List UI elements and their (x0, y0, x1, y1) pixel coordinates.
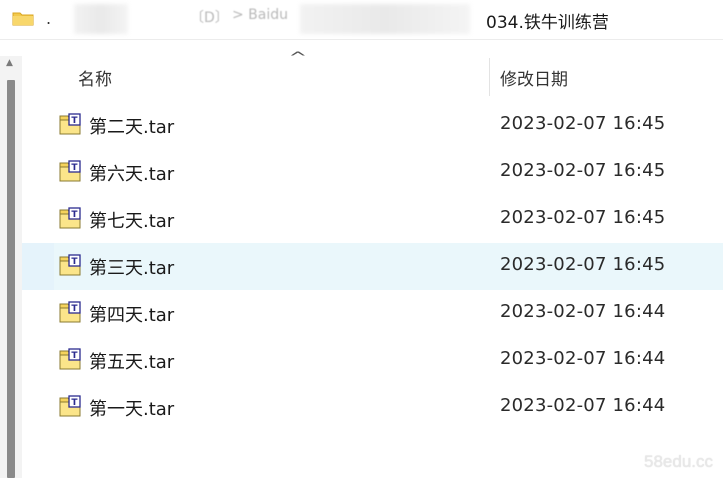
file-date-modified: 2023-02-07 16:45 (500, 207, 666, 228)
tar-archive-icon: T (59, 113, 81, 135)
breadcrumb-redacted (300, 4, 470, 34)
svg-text:T: T (71, 304, 78, 314)
svg-text:T: T (71, 351, 78, 361)
file-row[interactable]: T 第一天.tar 2023-02-07 16:44 (22, 384, 723, 431)
tar-archive-icon: T (59, 348, 81, 370)
breadcrumb-segment[interactable]: 〔D〕 (190, 7, 229, 27)
tar-archive-icon: T (59, 395, 81, 417)
column-divider[interactable] (489, 58, 490, 96)
column-header-date-modified[interactable]: 修改日期 (500, 65, 568, 90)
breadcrumb-root[interactable]: . (46, 9, 51, 28)
scrollbar-thumb[interactable] (7, 80, 15, 478)
breadcrumb-redacted (74, 4, 128, 34)
file-date-modified: 2023-02-07 16:45 (500, 160, 666, 181)
watermark: 58edu.cc (644, 452, 713, 471)
file-explorer-window: . 〔D〕 > Baidu 034.铁牛训练营 ▲ ^ 名称 修改日期 T 第二… (0, 0, 723, 478)
folder-icon (12, 12, 34, 26)
file-name: 第三天.tar (89, 258, 175, 279)
svg-text:T: T (71, 116, 78, 126)
file-list: T 第二天.tar 2023-02-07 16:45 T 第六天.tar 202… (22, 102, 723, 431)
svg-text:T: T (71, 398, 78, 408)
svg-text:T: T (71, 163, 78, 173)
file-row[interactable]: T 第四天.tar 2023-02-07 16:44 (22, 290, 723, 337)
breadcrumb-current-folder[interactable]: 034.铁牛训练营 (486, 8, 609, 33)
tar-archive-icon: T (59, 160, 81, 182)
tar-archive-icon: T (59, 301, 81, 323)
file-row[interactable]: T 第三天.tar 2023-02-07 16:45 (22, 243, 723, 290)
file-name: 第一天.tar (89, 399, 175, 420)
file-date-modified: 2023-02-07 16:45 (500, 113, 666, 134)
scroll-up-arrow-icon[interactable]: ▲ (6, 58, 13, 68)
file-row[interactable]: T 第二天.tar 2023-02-07 16:45 (22, 102, 723, 149)
file-name: 第七天.tar (89, 211, 175, 232)
svg-text:T: T (71, 257, 78, 267)
file-name: 第五天.tar (89, 352, 175, 373)
sort-ascending-icon: ^ (288, 50, 308, 66)
column-header-name[interactable]: 名称 (78, 65, 112, 90)
file-name: 第六天.tar (89, 164, 175, 185)
svg-text:T: T (71, 210, 78, 220)
file-date-modified: 2023-02-07 16:44 (500, 395, 666, 416)
address-bar[interactable]: . 〔D〕 > Baidu 034.铁牛训练营 (0, 0, 723, 40)
tar-archive-icon: T (59, 254, 81, 276)
file-row[interactable]: T 第五天.tar 2023-02-07 16:44 (22, 337, 723, 384)
file-row[interactable]: T 第七天.tar 2023-02-07 16:45 (22, 196, 723, 243)
file-name: 第四天.tar (89, 305, 175, 326)
tar-archive-icon: T (59, 207, 81, 229)
column-header: ^ 名称 修改日期 (22, 50, 723, 100)
file-row[interactable]: T 第六天.tar 2023-02-07 16:45 (22, 149, 723, 196)
file-date-modified: 2023-02-07 16:45 (500, 254, 666, 275)
file-date-modified: 2023-02-07 16:44 (500, 301, 666, 322)
breadcrumb-segment[interactable]: > Baidu (232, 7, 288, 23)
file-name: 第二天.tar (89, 117, 175, 138)
file-date-modified: 2023-02-07 16:44 (500, 348, 666, 369)
